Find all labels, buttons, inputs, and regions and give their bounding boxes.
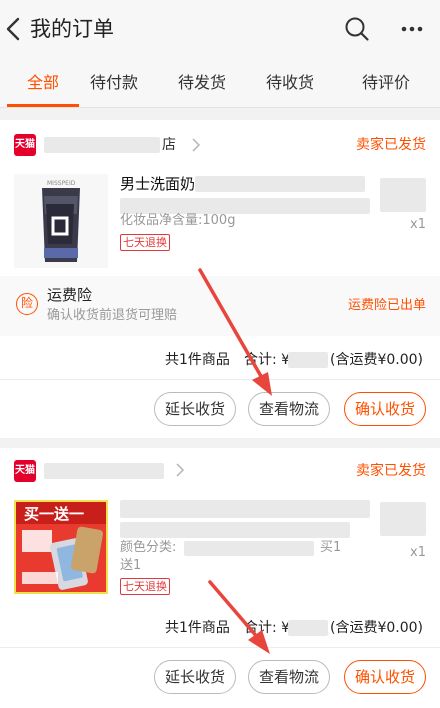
total-amount-redacted xyxy=(288,352,328,368)
product-title-redacted xyxy=(195,176,365,192)
confirm-receipt-button[interactable]: 确认收货 xyxy=(344,392,426,426)
product-title-line2-redacted xyxy=(120,522,350,538)
tab-pending-payment[interactable]: 待付款 xyxy=(74,71,154,95)
face-wash-tube-image: MISSPEID xyxy=(14,174,108,268)
insurance-description: 确认收货前退货可理赔 xyxy=(47,308,178,323)
product-title[interactable]: 男士洗面奶 xyxy=(120,174,195,194)
view-logistics-button[interactable]: 查看物流 xyxy=(248,392,330,426)
order-tabs: 全部 待付款 待发货 待收货 待评价 xyxy=(0,58,440,108)
product-image[interactable]: MISSPEID xyxy=(14,174,108,268)
insurance-icon: 险 xyxy=(16,293,38,315)
total-amount-redacted xyxy=(288,620,328,636)
page-title: 我的订单 xyxy=(30,17,114,41)
shipping-insurance-row[interactable]: 险 运费险 确认收货前退货可理赔 运费险已出单 xyxy=(0,276,440,336)
order-summary: 共1件商品 合计: ¥ (含运费¥0.00) xyxy=(0,608,440,648)
order-card: 天猫 店 卖家已发货 MISSPEID 男士洗面奶 化妆品净含量:100g 七天… xyxy=(0,120,440,438)
order-status: 卖家已发货 xyxy=(356,137,426,153)
price-redacted xyxy=(380,502,426,536)
chevron-right-icon[interactable] xyxy=(174,461,186,479)
tab-pending-review[interactable]: 待评价 xyxy=(346,71,426,95)
total-label: 合计: ¥ xyxy=(244,620,291,636)
tab-pending-shipment[interactable]: 待发货 xyxy=(162,71,242,95)
product-quantity: x1 xyxy=(410,545,426,560)
order-card: 天猫 卖家已发货 买一送一 颜色分类: 买1 送1 七天退换 x1 共1件商品 … xyxy=(0,448,440,708)
item-count: 共1件商品 xyxy=(165,620,230,636)
tmall-badge: 天猫 xyxy=(14,134,36,156)
item-count: 共1件商品 xyxy=(165,352,230,368)
view-logistics-button[interactable]: 查看物流 xyxy=(248,660,330,694)
thumb-banner-text: 买一送一 xyxy=(24,505,84,523)
insurance-status: 运费险已出单 xyxy=(347,298,426,313)
store-name-suffix[interactable]: 店 xyxy=(162,135,176,155)
shipping-fee: (含运费¥0.00) xyxy=(330,620,424,636)
shipping-fee: (含运费¥0.00) xyxy=(330,352,424,368)
thumb-brand-text: MISSPEID xyxy=(47,180,76,187)
search-icon[interactable] xyxy=(344,16,370,42)
product-sku-suffix: 买1 xyxy=(320,540,342,555)
price-redacted xyxy=(380,178,426,212)
total-label: 合计: ¥ xyxy=(244,352,291,368)
product-quantity: x1 xyxy=(410,217,426,232)
product-sku-redacted xyxy=(184,541,314,556)
product-image[interactable]: 买一送一 xyxy=(14,500,108,594)
top-bar: 我的订单 xyxy=(0,0,440,58)
tab-pending-receipt[interactable]: 待收货 xyxy=(250,71,330,95)
order-summary: 共1件商品 合计: ¥ (含运费¥0.00) xyxy=(0,340,440,380)
back-arrow-icon[interactable] xyxy=(2,15,26,43)
product-sku-label: 颜色分类: xyxy=(120,540,177,555)
extend-receipt-button[interactable]: 延长收货 xyxy=(154,660,236,694)
insurance-title: 运费险 xyxy=(47,286,93,304)
extend-receipt-button[interactable]: 延长收货 xyxy=(154,392,236,426)
chevron-right-icon[interactable] xyxy=(190,136,202,154)
confirm-receipt-button[interactable]: 确认收货 xyxy=(344,660,426,694)
order-status: 卖家已发货 xyxy=(356,463,426,479)
active-tab-underline xyxy=(7,104,79,107)
store-name-redacted xyxy=(44,137,160,153)
product-title-redacted[interactable] xyxy=(120,500,370,518)
product-sku-line2: 送1 xyxy=(120,558,142,573)
tmall-badge: 天猫 xyxy=(14,460,36,482)
store-name-redacted[interactable] xyxy=(44,463,164,479)
phone-screen-protector-image: 买一送一 xyxy=(14,500,108,594)
seven-day-return-tag: 七天退换 xyxy=(120,234,170,251)
product-sku: 化妆品净含量:100g xyxy=(120,213,236,228)
seven-day-return-tag: 七天退换 xyxy=(120,578,170,595)
more-icon[interactable] xyxy=(400,20,424,38)
tab-all[interactable]: 全部 xyxy=(3,71,83,95)
